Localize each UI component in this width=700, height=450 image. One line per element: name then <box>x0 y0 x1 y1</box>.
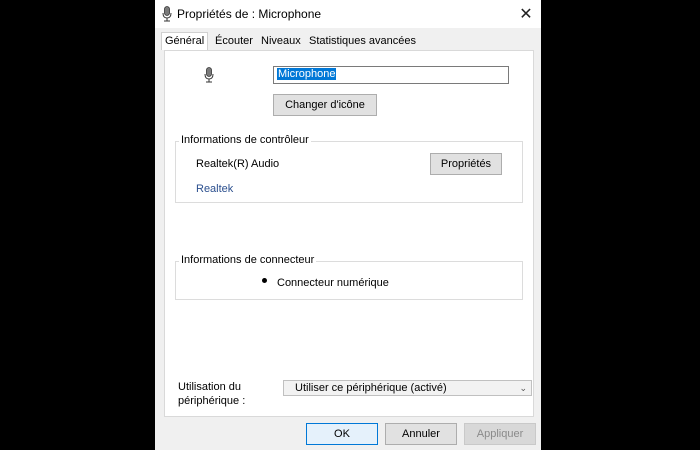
chevron-down-icon: ⌄ <box>519 383 527 393</box>
ok-button[interactable]: OK <box>306 423 378 445</box>
properties-dialog: Propriétés de : Microphone ✕ Général Éco… <box>155 0 541 450</box>
cancel-button[interactable]: Annuler <box>385 423 457 445</box>
microphone-icon <box>204 67 214 83</box>
window-title: Propriétés de : Microphone <box>177 7 322 21</box>
properties-button[interactable]: Propriétés <box>430 153 502 175</box>
device-usage-value: Utiliser ce périphérique (activé) <box>295 382 447 394</box>
tab-general[interactable]: Général <box>161 32 209 50</box>
general-panel: Microphone Changer d'icône Informations … <box>164 50 534 417</box>
tab-advanced-stats[interactable]: Statistiques avancées <box>307 35 418 47</box>
device-usage-label: Utilisation du périphérique : <box>178 381 246 407</box>
controller-vendor: Realtek <box>196 183 234 195</box>
change-icon-button[interactable]: Changer d'icône <box>273 94 377 116</box>
device-usage-select[interactable]: Utiliser ce périphérique (activé) ⌄ <box>283 380 532 396</box>
close-icon: ✕ <box>519 6 533 23</box>
connector-info-label: Informations de connecteur <box>179 254 317 266</box>
tab-listen[interactable]: Écouter <box>213 35 255 47</box>
title-bar: Propriétés de : Microphone ✕ <box>155 0 541 28</box>
tab-levels[interactable]: Niveaux <box>259 35 303 47</box>
connector-label: Connecteur numérique <box>277 277 389 289</box>
controller-info-label: Informations de contrôleur <box>179 134 311 146</box>
microphone-icon <box>162 6 172 22</box>
controller-info-group: Informations de contrôleur Realtek(R) Au… <box>175 134 523 203</box>
close-button[interactable]: ✕ <box>511 0 541 28</box>
connector-bullet <box>262 278 267 283</box>
device-name-value: Microphone <box>277 68 337 80</box>
device-name-input[interactable]: Microphone <box>273 66 509 84</box>
apply-button[interactable]: Appliquer <box>464 423 536 445</box>
controller-name: Realtek(R) Audio <box>196 158 280 170</box>
connector-info-group: Informations de connecteur Connecteur nu… <box>175 254 523 300</box>
tab-bar: Général Écouter Niveaux Statistiques ava… <box>155 32 541 50</box>
